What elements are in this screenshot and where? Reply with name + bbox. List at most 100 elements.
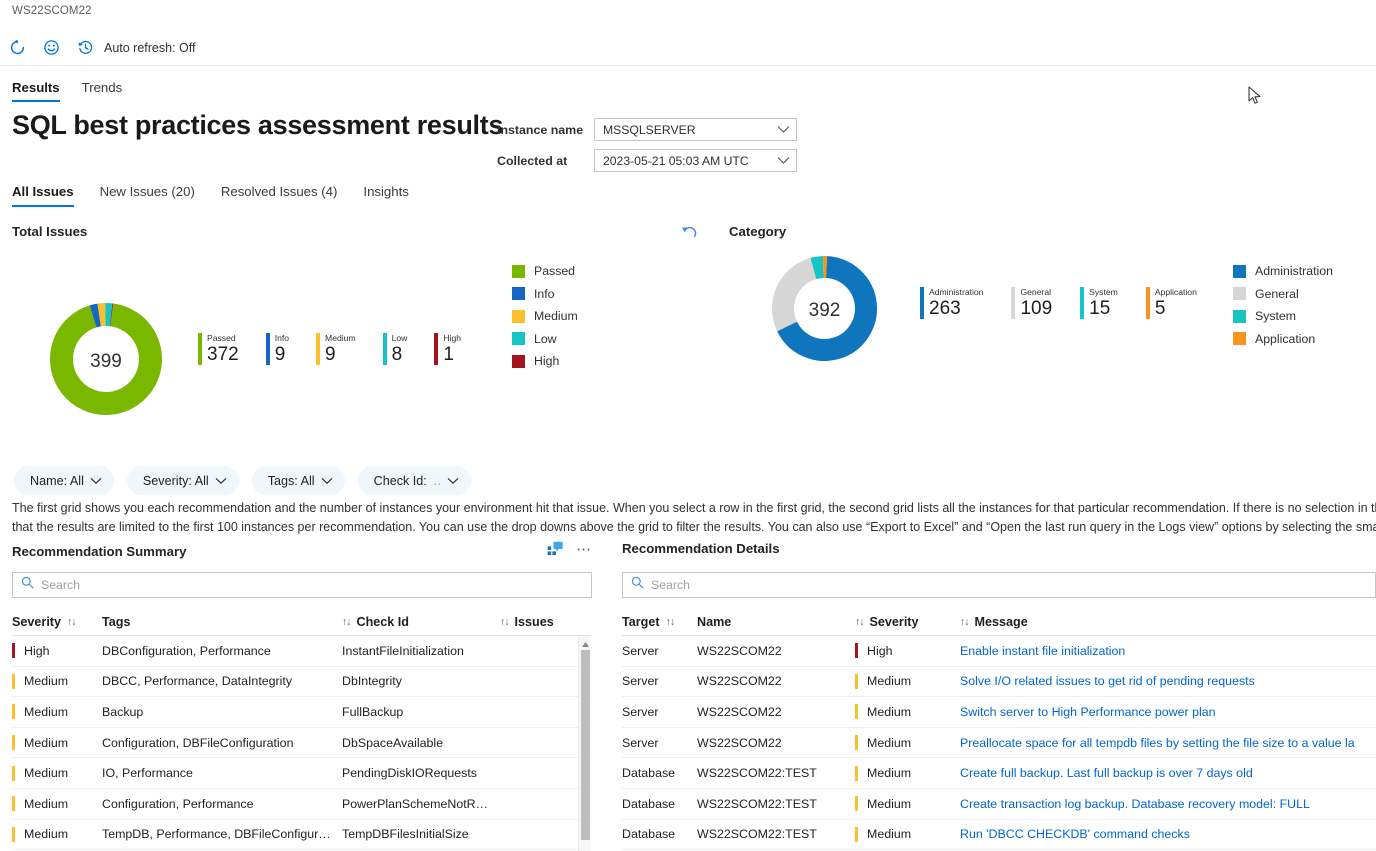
cell-message-link[interactable]: Create transaction log backup. Database … bbox=[960, 797, 1376, 811]
kpi-application[interactable]: Application5 bbox=[1146, 287, 1197, 319]
legend-label: High bbox=[534, 354, 559, 368]
table-row[interactable]: MediumConfiguration, DBFileConfiguration… bbox=[12, 728, 592, 759]
severity-indicator bbox=[855, 704, 858, 719]
collected-at-dropdown[interactable]: 2023-05-21 05:03 AM UTC bbox=[594, 149, 797, 172]
summary-table-scrollbar[interactable] bbox=[578, 636, 591, 851]
header-selectors: Instance name MSSQLSERVER Collected at 2… bbox=[497, 118, 797, 180]
donut-svg-total bbox=[50, 303, 162, 415]
table-row[interactable]: MediumTempDB, Performance, DBFileConfigu… bbox=[12, 820, 592, 851]
filter-pill-name-all[interactable]: Name: All bbox=[14, 466, 114, 495]
donut-segment-info[interactable] bbox=[93, 315, 99, 316]
tab-new-issues[interactable]: New Issues (20) bbox=[100, 184, 195, 207]
legend-item-info[interactable]: Info bbox=[512, 287, 578, 301]
legend-item-low[interactable]: Low bbox=[512, 332, 578, 346]
cell-message-link[interactable]: Switch server to High Performance power … bbox=[960, 705, 1376, 719]
table-row[interactable]: DatabaseWS22SCOM22:TESTMediumCreate full… bbox=[622, 758, 1376, 789]
cell-message-link[interactable]: Create full backup. Last full backup is … bbox=[960, 766, 1376, 780]
column-header-severity[interactable]: Severity ↑↓ bbox=[12, 615, 102, 629]
auto-refresh-label[interactable]: Auto refresh: Off bbox=[104, 41, 195, 55]
cell-name: WS22SCOM22 bbox=[697, 644, 855, 658]
details-search-input[interactable]: Search bbox=[622, 572, 1376, 598]
filter-pill-tags-all[interactable]: Tags: All bbox=[252, 466, 345, 495]
column-header-severity[interactable]: ↑↓ Severity bbox=[855, 615, 960, 629]
tab-results[interactable]: Results bbox=[12, 80, 60, 102]
legend-label: Info bbox=[534, 287, 555, 301]
refresh-icon[interactable] bbox=[0, 33, 34, 63]
legend-item-passed[interactable]: Passed bbox=[512, 264, 578, 278]
column-header-message[interactable]: ↑↓ Message bbox=[960, 615, 1376, 629]
table-row[interactable]: ServerWS22SCOM22HighEnable instant file … bbox=[622, 636, 1376, 667]
cell-check-id: InstantFileInitialization bbox=[342, 644, 500, 658]
kpi-passed[interactable]: Passed372 bbox=[198, 333, 239, 365]
column-header-check-id[interactable]: ↑↓ Check Id bbox=[342, 615, 500, 629]
cell-target: Database bbox=[622, 797, 697, 811]
instance-name-dropdown[interactable]: MSSQLSERVER bbox=[594, 118, 797, 141]
table-row[interactable]: ServerWS22SCOM22MediumSolve I/O related … bbox=[622, 667, 1376, 698]
legend-item-application[interactable]: Application bbox=[1233, 332, 1333, 346]
severity-label: Medium bbox=[24, 766, 68, 780]
column-header-target[interactable]: Target ↑↓ bbox=[622, 615, 697, 629]
donut-segment-general[interactable] bbox=[783, 269, 813, 327]
donut-segment-medium[interactable] bbox=[99, 315, 105, 316]
column-header-name[interactable]: Name bbox=[697, 615, 855, 629]
kpi-administration[interactable]: Administration263 bbox=[920, 287, 983, 319]
table-row[interactable]: DatabaseWS22SCOM22:TESTMediumRun 'DBCC C… bbox=[622, 820, 1376, 851]
tab-trends[interactable]: Trends bbox=[82, 80, 123, 102]
grid-description-line-2: that the results are limited to the firs… bbox=[12, 518, 1376, 537]
filter-pill-check-id[interactable]: Check Id:… bbox=[358, 466, 471, 495]
donut-segment-system[interactable] bbox=[813, 267, 823, 268]
table-row[interactable]: HighDBConfiguration, PerformanceInstantF… bbox=[12, 636, 592, 667]
tab-all-issues[interactable]: All Issues bbox=[12, 184, 74, 207]
summary-search-input[interactable]: Search bbox=[12, 572, 592, 598]
reset-filter-icon[interactable] bbox=[680, 222, 699, 246]
table-row[interactable]: MediumDBCC, Performance, DataIntegrityDb… bbox=[12, 667, 592, 698]
column-label-check-id: Check Id bbox=[357, 615, 410, 629]
kpi-general[interactable]: General109 bbox=[1011, 287, 1052, 319]
scrollbar-thumb[interactable] bbox=[581, 650, 590, 840]
legend-item-system[interactable]: System bbox=[1233, 309, 1333, 323]
collected-at-label: Collected at bbox=[497, 154, 594, 168]
sort-icon: ↑↓ bbox=[500, 616, 509, 628]
cell-message-link[interactable]: Solve I/O related issues to get rid of p… bbox=[960, 674, 1376, 688]
table-row[interactable]: DatabaseWS22SCOM22:TESTMediumCreate tran… bbox=[622, 789, 1376, 820]
filter-pill-severity-all[interactable]: Severity: All bbox=[127, 466, 239, 495]
cell-message-link[interactable]: Enable instant file initialization bbox=[960, 644, 1376, 658]
column-header-tags[interactable]: Tags bbox=[102, 615, 342, 629]
cell-target: Server bbox=[622, 644, 697, 658]
filter-pill-label: Severity: All bbox=[143, 474, 209, 488]
cell-name: WS22SCOM22 bbox=[697, 736, 855, 750]
cell-message-link[interactable]: Run 'DBCC CHECKDB' command checks bbox=[960, 827, 1376, 841]
severity-indicator bbox=[855, 674, 858, 689]
table-row[interactable]: MediumConfiguration, PerformancePowerPla… bbox=[12, 789, 592, 820]
tab-resolved-issues[interactable]: Resolved Issues (4) bbox=[221, 184, 338, 207]
cell-message-link[interactable]: Preallocate space for all tempdb files b… bbox=[960, 736, 1376, 750]
donut-segment-passed[interactable] bbox=[61, 315, 150, 404]
kpi-high[interactable]: High1 bbox=[434, 333, 461, 365]
kpi-low[interactable]: Low8 bbox=[383, 333, 408, 365]
table-row[interactable]: ServerWS22SCOM22MediumSwitch server to H… bbox=[622, 697, 1376, 728]
more-options-ellipsis-icon[interactable]: ⋯ bbox=[576, 545, 592, 559]
table-row[interactable]: ServerWS22SCOM22MediumPreallocate space … bbox=[622, 728, 1376, 759]
cell-tags: IO, Performance bbox=[102, 766, 342, 780]
details-grid-header: Recommendation Details bbox=[622, 541, 1376, 556]
clock-history-icon[interactable] bbox=[68, 33, 102, 63]
kpi-info[interactable]: Info9 bbox=[266, 333, 289, 365]
legend-item-high[interactable]: High bbox=[512, 354, 578, 368]
table-row[interactable]: MediumBackupFullBackup bbox=[12, 697, 592, 728]
legend-swatch bbox=[512, 332, 525, 345]
pin-to-dashboard-icon[interactable] bbox=[547, 541, 564, 562]
scroll-up-arrow-icon[interactable] bbox=[579, 638, 592, 650]
column-header-issues[interactable]: ↑↓ Issues bbox=[500, 615, 560, 629]
kpi-label: Administration bbox=[929, 287, 983, 298]
table-row[interactable]: MediumIO, PerformancePendingDiskIOReques… bbox=[12, 758, 592, 789]
kpi-medium[interactable]: Medium9 bbox=[316, 333, 356, 365]
legend-item-administration[interactable]: Administration bbox=[1233, 264, 1333, 278]
legend-item-medium[interactable]: Medium bbox=[512, 309, 578, 323]
tab-insights[interactable]: Insights bbox=[363, 184, 408, 207]
total-issues-legend: Passed Info Medium Low High bbox=[512, 264, 578, 368]
legend-item-general[interactable]: General bbox=[1233, 287, 1333, 301]
smiley-feedback-icon[interactable] bbox=[34, 33, 68, 63]
total-issues-title: Total Issues bbox=[12, 224, 87, 239]
details-table-header: Target ↑↓ Name ↑↓ Severity ↑↓ Message bbox=[622, 608, 1376, 636]
kpi-system[interactable]: System15 bbox=[1080, 287, 1118, 319]
